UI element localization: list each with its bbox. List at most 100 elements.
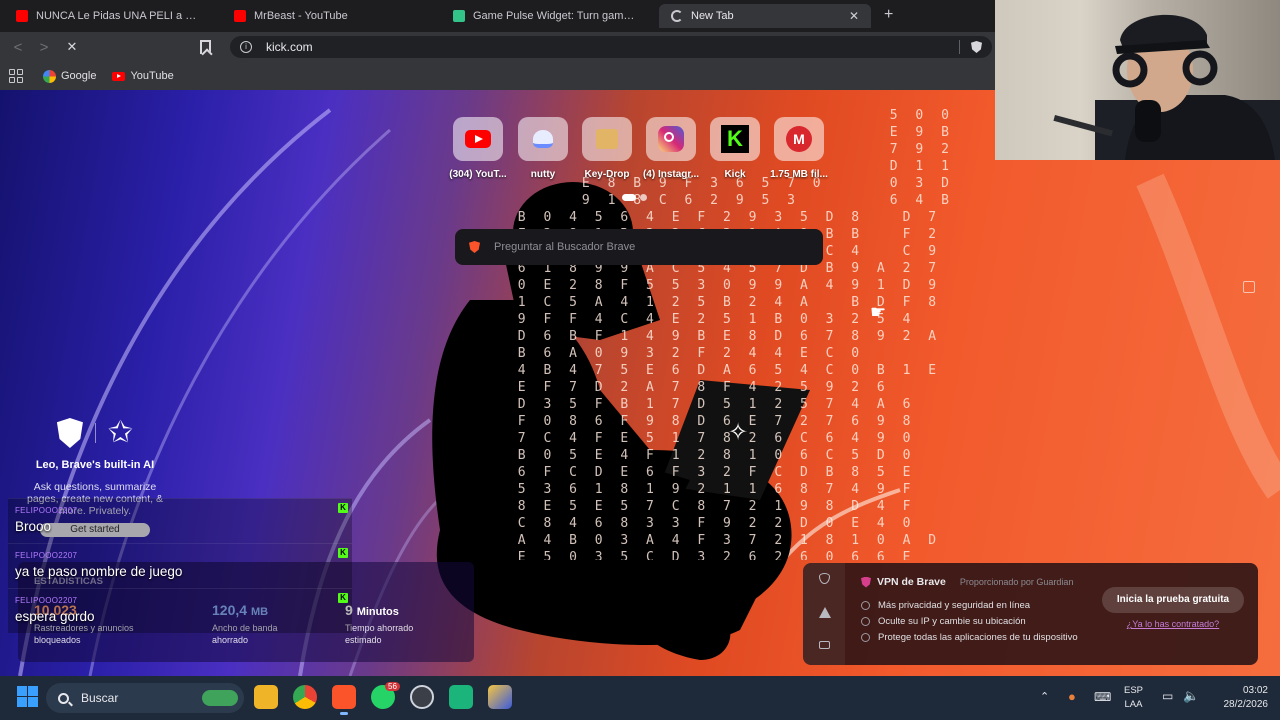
feature-text: Oculte su IP y cambie su ubicación: [878, 615, 1026, 627]
youtube-icon: [16, 10, 28, 22]
top-site-youtube[interactable]: (304) YouT...: [448, 117, 508, 180]
top-sites-pager[interactable]: [622, 194, 647, 201]
bookmark-label: Google: [61, 70, 97, 82]
brave-lion-icon: [56, 418, 83, 448]
game-widget-icon[interactable]: [449, 685, 473, 709]
brave-icon[interactable]: [332, 685, 356, 715]
tab-new-tab[interactable]: New Tab ✕: [659, 4, 871, 28]
chrome-icon[interactable]: [293, 685, 317, 709]
top-site-nutty[interactable]: nutty: [513, 117, 573, 180]
taskbar: Buscar 56 ⌃ ● ⌨ ESP LAA ▭ 🔈 03:02 28/2/2…: [0, 676, 1280, 720]
chat-text: Brooo: [15, 519, 52, 534]
top-site-keydrop[interactable]: Key-Drop: [577, 117, 637, 180]
keydrop-icon: [582, 117, 632, 161]
apps-grid-icon[interactable]: [9, 69, 23, 83]
stat-time: 9 Minutos Tiempo ahorrado estimado: [345, 602, 435, 646]
kick-icon: K: [338, 593, 348, 603]
app-icon[interactable]: [488, 685, 512, 709]
bookmarks-bar: Google YouTube: [0, 62, 995, 90]
stat-unit: Minutos: [356, 606, 399, 618]
chat-username: FELIPOOO2207: [15, 551, 78, 560]
tab-label: MrBeast - YouTube: [254, 10, 348, 22]
google-icon: [43, 69, 56, 83]
bookmark-youtube[interactable]: YouTube: [112, 70, 174, 82]
hand-cursor-icon: ☛: [870, 302, 887, 322]
vpn-card: VPN de Brave Proporcionado por Guardian …: [803, 563, 1258, 665]
time: 03:02: [1242, 685, 1268, 696]
file-explorer-icon[interactable]: [254, 685, 278, 709]
microphone-icon[interactable]: ●: [1068, 689, 1076, 704]
divider: [959, 40, 960, 54]
language-code: ESP: [1124, 685, 1144, 696]
top-site-mega[interactable]: M 1.75 MB fil...: [769, 117, 829, 180]
date: 28/2/2026: [1223, 699, 1269, 710]
check-icon: [861, 616, 870, 626]
screen: NUNCA Le Pidas UNA PELI a Santutu MrBeas…: [0, 0, 1280, 720]
clock[interactable]: 03:02 28/2/2026: [1224, 684, 1269, 712]
start-trial-button[interactable]: Inicia la prueba gratuita: [1102, 587, 1244, 613]
webcam-overlay: [995, 0, 1280, 160]
top-site-instagram[interactable]: (4) Instagr...: [641, 117, 701, 180]
bookmark-google[interactable]: Google: [43, 69, 97, 83]
tab-label: Game Pulse Widget: Turn gameplay: [473, 10, 639, 22]
search-icon: [58, 692, 69, 704]
keyboard-icon[interactable]: ⌨: [1094, 690, 1111, 704]
search-input[interactable]: Preguntar al Buscador Brave: [455, 229, 823, 265]
display-icon[interactable]: ▭: [1162, 689, 1173, 703]
feature-text: Más privacidad y seguridad en línea: [878, 599, 1031, 611]
kick-icon: K: [338, 548, 348, 558]
address-bar[interactable]: i kick.com: [230, 36, 992, 58]
list-item: Protege todas las aplicaciones de tu dis…: [861, 629, 1078, 645]
forward-button[interactable]: >: [31, 39, 57, 56]
already-subscribed-link[interactable]: ¿Ya lo has contratado?: [1102, 619, 1244, 629]
chat-username: FELIPOOO2207: [15, 506, 78, 515]
tab-label: NUNCA Le Pidas UNA PELI a Santutu: [36, 10, 202, 22]
vpn-icon[interactable]: [819, 607, 831, 618]
top-site-label: Key-Drop: [584, 169, 630, 180]
chat-text: ya te paso nombre de juego: [15, 564, 183, 579]
stop-button[interactable]: ✕: [59, 39, 85, 55]
language-indicator[interactable]: ESP LAA: [1124, 684, 1143, 712]
vpn-feature-list: Más privacidad y seguridad en línea Ocul…: [861, 597, 1078, 645]
top-site-label: nutty: [530, 169, 556, 180]
bookmark-icon[interactable]: [200, 40, 211, 54]
widget-icon: [453, 10, 465, 22]
top-site-kick[interactable]: K Kick: [705, 117, 765, 180]
new-tab-button[interactable]: +: [884, 6, 893, 24]
volume-icon[interactable]: 🔈: [1183, 688, 1199, 704]
streamer-video: [1053, 14, 1280, 160]
external-link-icon[interactable]: [1243, 281, 1255, 293]
vpn-icon: [861, 576, 871, 588]
taskbar-search[interactable]: Buscar: [46, 683, 244, 713]
bookmark-label: YouTube: [130, 70, 174, 82]
site-info-icon[interactable]: i: [240, 41, 252, 53]
nutty-icon: [518, 117, 568, 161]
shield-icon[interactable]: [819, 573, 830, 584]
top-site-label: Kick: [724, 169, 746, 180]
windows-start-icon[interactable]: [17, 686, 38, 707]
chat-username: FELIPOOO2207: [15, 596, 78, 605]
news-icon[interactable]: [819, 641, 830, 649]
check-icon: [861, 632, 870, 642]
chat-text: espera gordo: [15, 609, 95, 624]
tab-strip: NUNCA Le Pidas UNA PELI a Santutu MrBeas…: [0, 0, 995, 32]
top-site-label: (304) YouT...: [449, 169, 507, 180]
tab-game-pulse[interactable]: Game Pulse Widget: Turn gameplay: [441, 4, 651, 28]
close-icon[interactable]: ✕: [849, 9, 859, 23]
stat-label: Tiempo ahorrado estimado: [345, 623, 414, 645]
tab-santutu[interactable]: NUNCA Le Pidas UNA PELI a Santutu: [4, 4, 214, 28]
youtube-icon: [453, 117, 503, 161]
list-item: Oculte su IP y cambie su ubicación: [861, 613, 1078, 629]
notification-badge: 56: [385, 682, 400, 691]
list-item: Más privacidad y seguridad en línea: [861, 597, 1078, 613]
back-button[interactable]: <: [5, 39, 31, 56]
kick-icon: K: [338, 503, 348, 513]
loading-icon: [671, 10, 683, 22]
tab-mrbeast[interactable]: MrBeast - YouTube: [222, 4, 436, 28]
brave-shields-icon[interactable]: [971, 41, 982, 53]
tab-label: New Tab: [691, 10, 734, 22]
youtube-icon: [112, 71, 126, 81]
search-highlight-icon: [202, 690, 238, 706]
steam-icon[interactable]: [410, 685, 434, 709]
chevron-up-icon[interactable]: ⌃: [1040, 690, 1049, 703]
